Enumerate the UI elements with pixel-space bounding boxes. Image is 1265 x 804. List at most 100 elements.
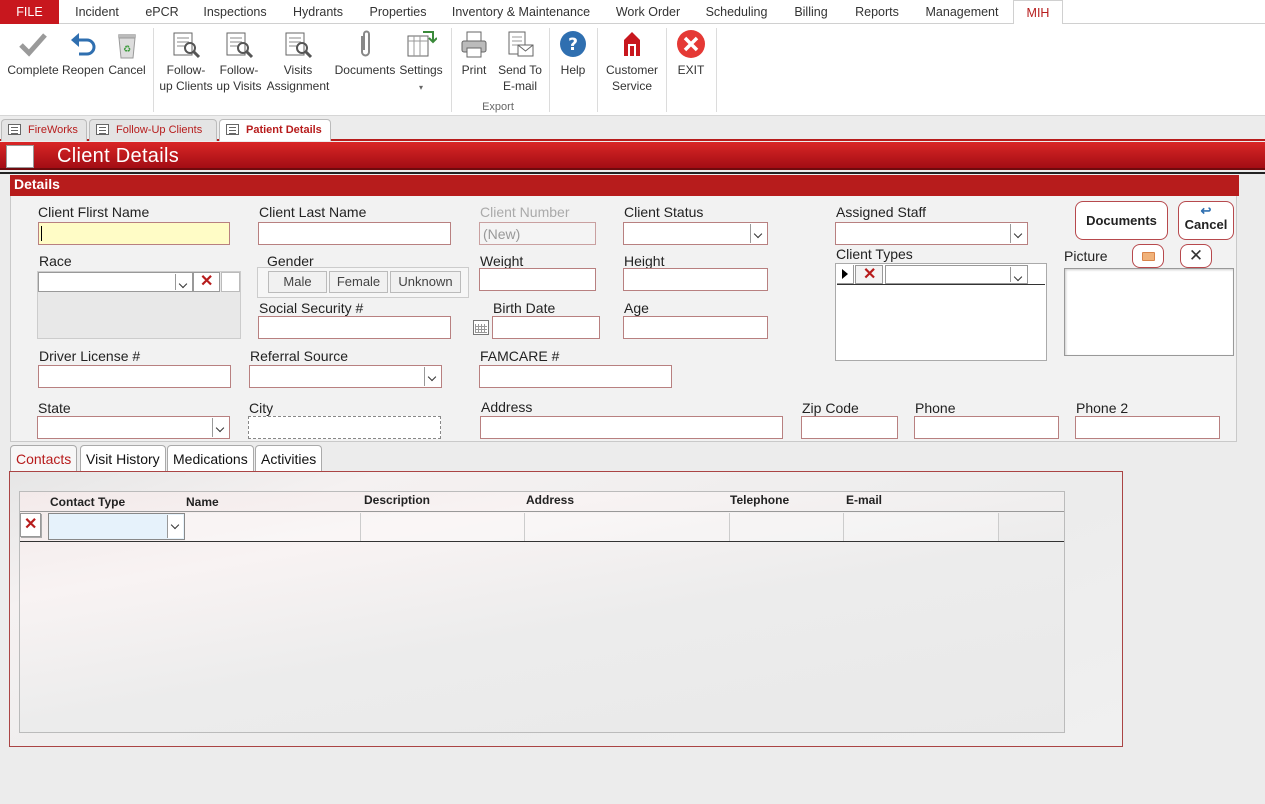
reopen-button[interactable]: Reopen xyxy=(61,28,105,78)
column-header-name[interactable]: Name xyxy=(186,495,219,509)
picture-clear-button[interactable]: ✕ xyxy=(1180,244,1212,268)
contact-delete-button[interactable]: ✕ xyxy=(20,513,41,537)
assigned-staff-dropdown[interactable] xyxy=(835,222,1028,245)
complete-label: Complete xyxy=(7,63,59,77)
folder-icon xyxy=(1142,252,1155,261)
visits-assignment-button[interactable]: Visits Assignment xyxy=(264,28,332,94)
settings-button[interactable]: Settings ▾ xyxy=(398,28,444,96)
documents-ribbon-button[interactable]: Documents xyxy=(333,28,397,78)
tab-activities[interactable]: Activities xyxy=(255,445,323,471)
menu-bar: FILE Incident ePCR Inspections Hydrants … xyxy=(0,0,1265,25)
column-header-contact-type[interactable]: Contact Type xyxy=(50,495,125,509)
menu-hydrants[interactable]: Hydrants xyxy=(286,0,350,24)
chevron-down-icon[interactable] xyxy=(750,224,766,243)
menu-inspections[interactable]: Inspections xyxy=(198,0,272,24)
export-group-label: Export xyxy=(482,101,514,113)
contact-name-cell[interactable] xyxy=(185,513,361,541)
cancel-button[interactable]: ↩ Cancel xyxy=(1178,201,1234,240)
menu-mih[interactable]: MIH xyxy=(1013,0,1063,25)
client-type-dropdown[interactable] xyxy=(885,265,1028,284)
height-input[interactable] xyxy=(623,268,768,291)
famcare-input[interactable] xyxy=(479,365,672,388)
weight-input[interactable] xyxy=(479,268,596,291)
menu-management[interactable]: Management xyxy=(919,0,1005,24)
send-email-button[interactable]: Send To E-mail xyxy=(494,28,546,94)
picture-box[interactable] xyxy=(1064,268,1234,356)
calendar-icon[interactable] xyxy=(473,320,489,335)
gender-male-button[interactable]: Male xyxy=(268,271,327,293)
chevron-down-icon[interactable] xyxy=(1010,267,1026,282)
menu-billing[interactable]: Billing xyxy=(787,0,835,24)
phone2-input[interactable] xyxy=(1075,416,1220,439)
column-header-email[interactable]: E-mail xyxy=(846,493,882,507)
state-dropdown[interactable] xyxy=(37,416,230,439)
contact-description-cell[interactable] xyxy=(361,513,525,541)
followup-visits-button[interactable]: Follow- up Visits xyxy=(215,28,263,94)
chevron-down-icon[interactable] xyxy=(175,274,191,290)
customer-service-button[interactable]: Customer Service xyxy=(601,28,663,94)
referral-source-dropdown[interactable] xyxy=(249,365,442,388)
client-last-name-input[interactable] xyxy=(258,222,451,245)
print-button[interactable]: Print xyxy=(456,28,492,78)
exit-button[interactable]: EXIT xyxy=(670,28,712,78)
chevron-down-icon[interactable] xyxy=(167,515,183,538)
send-email-label-1: Send To xyxy=(498,63,542,77)
cancel-ribbon-button[interactable]: ♻ Cancel xyxy=(106,28,148,78)
gender-female-button[interactable]: Female xyxy=(329,271,388,293)
tab-visit-history[interactable]: Visit History xyxy=(80,445,166,471)
menu-inventory-maintenance[interactable]: Inventory & Maintenance xyxy=(446,0,596,24)
driver-license-input[interactable] xyxy=(38,365,231,388)
menu-scheduling[interactable]: Scheduling xyxy=(700,0,773,24)
contact-telephone-cell[interactable] xyxy=(730,513,844,541)
followup-clients-button[interactable]: Follow- up Clients xyxy=(157,28,215,94)
send-email-label-2: E-mail xyxy=(502,79,537,93)
tab-patient-details[interactable]: Patient Details xyxy=(219,119,331,141)
record-selector[interactable] xyxy=(837,265,854,284)
ssn-input[interactable] xyxy=(258,316,451,339)
settings-icon xyxy=(407,31,437,57)
phone-input[interactable] xyxy=(914,416,1059,439)
menu-reports[interactable]: Reports xyxy=(849,0,905,24)
column-header-telephone[interactable]: Telephone xyxy=(730,493,789,507)
divider xyxy=(0,172,1265,174)
menu-properties[interactable]: Properties xyxy=(364,0,432,24)
column-header-address[interactable]: Address xyxy=(526,493,574,507)
column-header-description[interactable]: Description xyxy=(364,493,430,507)
chevron-down-icon[interactable] xyxy=(212,418,228,437)
client-status-dropdown[interactable] xyxy=(623,222,768,245)
undo-icon xyxy=(71,33,96,56)
tab-medications[interactable]: Medications xyxy=(167,445,254,471)
city-input[interactable] xyxy=(248,416,441,439)
chevron-down-icon[interactable] xyxy=(1010,224,1026,243)
zip-code-label: Zip Code xyxy=(802,400,859,416)
tab-follow-up-clients[interactable]: Follow-Up Clients xyxy=(89,119,217,141)
race-dropdown[interactable] xyxy=(38,272,193,292)
calendar-grid xyxy=(475,324,487,333)
menu-file[interactable]: FILE xyxy=(0,0,59,24)
menu-incident[interactable]: Incident xyxy=(67,0,127,24)
race-delete-button[interactable]: ✕ xyxy=(193,272,220,292)
menu-epcr[interactable]: ePCR xyxy=(140,0,184,24)
gender-unknown-button[interactable]: Unknown xyxy=(390,271,461,293)
complete-button[interactable]: Complete xyxy=(4,28,62,78)
client-first-name-input[interactable] xyxy=(38,222,230,245)
contact-email-cell[interactable] xyxy=(844,513,999,541)
age-input[interactable] xyxy=(623,316,768,339)
visits-assignment-label-2: Assignment xyxy=(266,79,330,93)
zip-code-input[interactable] xyxy=(801,416,898,439)
chevron-down-icon[interactable] xyxy=(424,367,440,386)
phone-label: Phone xyxy=(915,400,956,416)
tab-contacts[interactable]: Contacts xyxy=(10,445,78,471)
documents-button[interactable]: Documents xyxy=(1075,201,1168,240)
address-input[interactable] xyxy=(480,416,783,439)
contact-type-dropdown[interactable] xyxy=(48,513,185,540)
race-row-spacer xyxy=(221,272,240,292)
form-icon xyxy=(96,124,109,135)
client-type-delete-button[interactable]: ✕ xyxy=(855,265,883,284)
contact-address-cell[interactable] xyxy=(525,513,730,541)
picture-browse-button[interactable] xyxy=(1132,244,1164,268)
help-button[interactable]: ? Help xyxy=(553,28,593,78)
tab-fireworks[interactable]: FireWorks xyxy=(1,119,87,141)
birth-date-input[interactable] xyxy=(492,316,600,339)
menu-work-order[interactable]: Work Order xyxy=(610,0,686,24)
